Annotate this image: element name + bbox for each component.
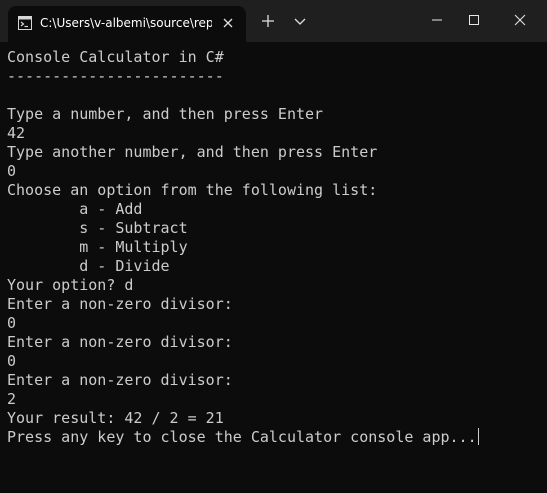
console-line: s - Subtract	[7, 219, 188, 237]
console-line: a - Add	[7, 200, 143, 218]
console-line: Console Calculator in C#	[7, 48, 224, 66]
console-line: Enter a non-zero divisor:	[7, 371, 233, 389]
terminal-icon	[18, 16, 32, 30]
console-line: Press any key to close the Calculator co…	[7, 428, 477, 446]
maximize-icon[interactable]	[454, 6, 494, 34]
terminal-window: C:\Users\v-albemi\source\rep Console Cal…	[0, 0, 547, 493]
text-cursor	[477, 428, 479, 445]
chevron-down-icon[interactable]	[290, 11, 310, 31]
console-prompt-line: Press any key to close the Calculator co…	[7, 428, 542, 447]
tab-title: C:\Users\v-albemi\source\rep	[40, 16, 212, 30]
console-line: Enter a non-zero divisor:	[7, 295, 233, 313]
plus-icon[interactable]	[258, 11, 278, 31]
console-line: d - Divide	[7, 257, 170, 275]
minimize-icon[interactable]	[417, 6, 457, 34]
console-line: Enter a non-zero divisor:	[7, 333, 233, 351]
console-line: 42	[7, 124, 26, 142]
console-line: 0	[7, 352, 17, 370]
console-line: m - Multiply	[7, 238, 188, 256]
terminal-tab[interactable]: C:\Users\v-albemi\source\rep	[8, 6, 246, 42]
console-line: Type a number, and then press Enter	[7, 105, 324, 123]
console-line: Choose an option from the following list…	[7, 181, 378, 199]
console-line: Your option? d	[7, 276, 134, 294]
console-line: Type another number, and then press Ente…	[7, 143, 378, 161]
console-line: Your result: 42 / 2 = 21	[7, 409, 224, 427]
close-icon[interactable]	[218, 13, 238, 33]
console-line: 2	[7, 390, 17, 408]
title-bar[interactable]: C:\Users\v-albemi\source\rep	[0, 0, 547, 42]
console-line: ------------------------	[7, 67, 224, 85]
console-line: 0	[7, 314, 17, 332]
close-icon[interactable]	[500, 6, 540, 34]
console-line: 0	[7, 162, 17, 180]
console-output[interactable]: Console Calculator in C# ---------------…	[7, 48, 542, 488]
